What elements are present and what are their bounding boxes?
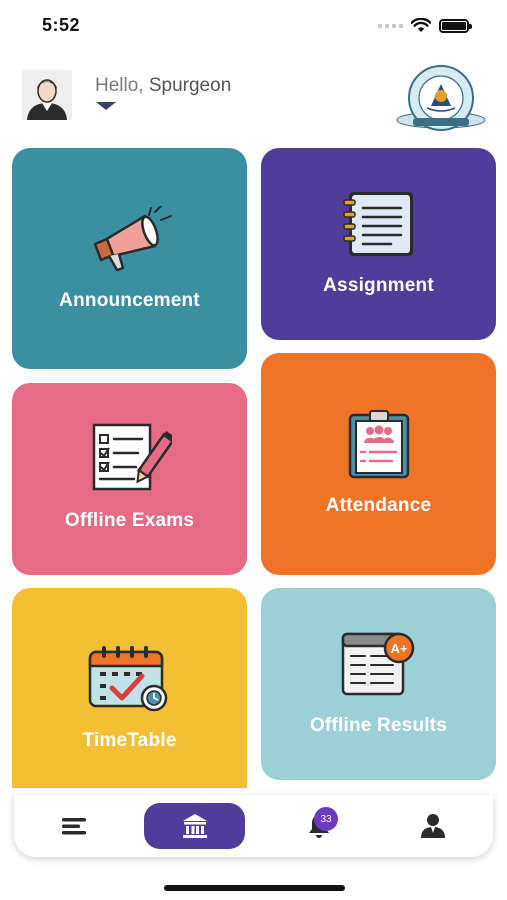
- tile-label: Announcement: [59, 290, 200, 311]
- status-icons: [378, 18, 472, 33]
- clipboard-attendance-icon: [348, 410, 409, 479]
- tile-label: TimeTable: [82, 730, 177, 751]
- nav-profile[interactable]: [408, 803, 458, 849]
- svg-text:A+: A+: [390, 641, 407, 656]
- tile-label: Offline Results: [309, 715, 448, 736]
- notebook-icon: [342, 192, 413, 256]
- user-name: Spurgeon: [148, 75, 232, 96]
- status-time: 5:52: [42, 15, 81, 35]
- tile-offline-exams[interactable]: Offline Exams: [12, 383, 247, 575]
- tile-label: Offline Exams: [64, 510, 195, 531]
- tile-assignment[interactable]: Assignment: [261, 148, 496, 340]
- user-avatar-icon: [22, 70, 72, 120]
- home-screen: 5:52 Hello, Spurgeon Announcement Assign…: [0, 0, 507, 900]
- avatar[interactable]: [22, 70, 72, 120]
- tile-attendance[interactable]: Attendance: [261, 353, 496, 575]
- battery-icon: [439, 18, 472, 33]
- greeting-label: Hello,: [95, 75, 144, 96]
- status-bar: 5:52: [0, 0, 507, 50]
- bottom-nav: 33: [14, 795, 493, 857]
- notification-badge: 33: [314, 807, 338, 831]
- exam-paper-icon: [92, 423, 172, 491]
- calendar-icon: [88, 646, 167, 712]
- tile-label: Attendance: [325, 495, 432, 516]
- chevron-down-icon[interactable]: [96, 102, 116, 110]
- tile-timetable[interactable]: TimeTable: [12, 588, 247, 788]
- tile-label: Assignment: [323, 275, 434, 296]
- greeting-text: Hello, Spurgeon: [95, 75, 231, 97]
- institution-icon: [182, 814, 207, 838]
- header: Hello, Spurgeon: [0, 62, 507, 132]
- user-icon: [421, 814, 445, 838]
- nav-home[interactable]: [144, 803, 245, 849]
- nav-menu[interactable]: [50, 803, 98, 849]
- result-sheet-icon: A+: [341, 632, 414, 696]
- tile-announcement[interactable]: Announcement: [12, 148, 247, 369]
- menu-icon: [62, 818, 86, 835]
- wifi-icon: [411, 18, 431, 32]
- home-indicator[interactable]: [164, 885, 345, 891]
- school-logo: [396, 65, 486, 131]
- cellular-signal-icon: [378, 23, 403, 28]
- tile-offline-results[interactable]: A+ Offline Results: [261, 588, 496, 780]
- megaphone-icon: [93, 206, 172, 272]
